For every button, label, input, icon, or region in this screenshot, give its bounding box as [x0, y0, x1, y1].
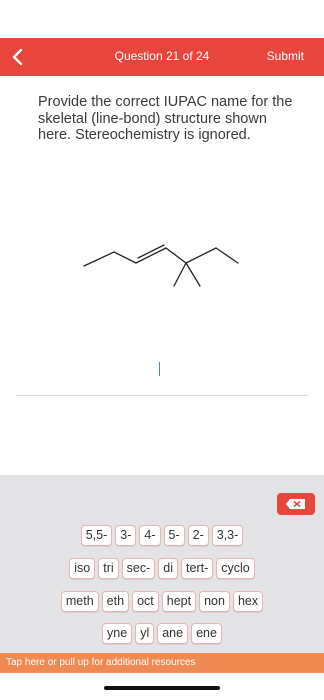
delete-key[interactable]: [277, 493, 315, 515]
key-meth[interactable]: meth: [60, 591, 99, 612]
key-hept[interactable]: hept: [161, 591, 197, 612]
key-yl[interactable]: yl: [135, 623, 155, 644]
key-ene[interactable]: ene: [191, 623, 222, 644]
key-yne[interactable]: yne: [102, 623, 133, 644]
skeletal-structure-image: [83, 244, 239, 287]
submit-button[interactable]: Submit: [267, 49, 304, 63]
key-row-prefixes: iso tri sec- di tert- cyclo: [0, 558, 324, 579]
key-iso[interactable]: iso: [69, 558, 96, 579]
key-ane[interactable]: ane: [157, 623, 189, 644]
answer-text-cursor[interactable]: [159, 362, 160, 376]
question-prompt: Provide the correct IUPAC name for the s…: [38, 94, 293, 143]
key-tert[interactable]: tert-: [181, 558, 214, 579]
key-3[interactable]: 3-: [115, 525, 137, 546]
key-3-3[interactable]: 3,3-: [211, 525, 244, 546]
backspace-icon: [286, 499, 305, 509]
key-row-suffixes: yne yl ane ene: [0, 623, 324, 644]
key-2[interactable]: 2-: [187, 525, 209, 546]
key-row-roots: meth eth oct hept non hex: [0, 591, 324, 612]
question-header: Question 21 of 24 Submit: [0, 38, 324, 76]
key-row-locants: 5,5- 3- 4- 5- 2- 3,3-: [0, 525, 324, 546]
key-tri[interactable]: tri: [98, 558, 119, 579]
key-4[interactable]: 4-: [139, 525, 161, 546]
key-eth[interactable]: eth: [101, 591, 130, 612]
key-non[interactable]: non: [199, 591, 230, 612]
home-indicator[interactable]: [104, 686, 220, 690]
key-sec[interactable]: sec-: [121, 558, 156, 579]
key-di[interactable]: di: [158, 558, 179, 579]
key-hex[interactable]: hex: [232, 591, 264, 612]
key-5[interactable]: 5-: [163, 525, 185, 546]
key-oct[interactable]: oct: [132, 591, 159, 612]
additional-resources-bar[interactable]: Tap here or pull up for additional resou…: [0, 653, 324, 673]
nomenclature-keyboard: 5,5- 3- 4- 5- 2- 3,3- iso tri sec- di te…: [0, 475, 324, 653]
key-5-5[interactable]: 5,5-: [80, 525, 113, 546]
answer-input-underline: [16, 395, 308, 396]
key-cyclo[interactable]: cyclo: [216, 558, 255, 579]
